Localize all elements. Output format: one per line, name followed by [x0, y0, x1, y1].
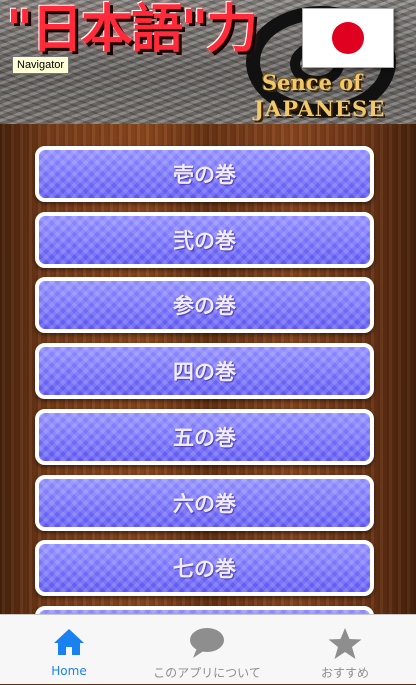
tab-home-label: Home	[51, 664, 87, 678]
logo-subtitle-line1: Sence of	[262, 70, 363, 95]
header-banner: "日本語"力 Sence of JAPANESE Navigator	[0, 0, 416, 124]
tab-about-app-label: このアプリについて	[153, 666, 261, 680]
japan-flag-icon	[302, 8, 394, 68]
chapter-list[interactable]: 壱の巻 弐の巻 参の巻 四の巻 五の巻 六の巻 七の巻	[0, 124, 416, 614]
tab-home[interactable]: Home	[0, 615, 138, 685]
chapter-button-8[interactable]	[35, 606, 374, 614]
logo-subtitle-line2: JAPANESE	[254, 96, 386, 121]
speech-bubble-icon	[188, 627, 226, 663]
home-icon	[52, 627, 86, 661]
tab-recommended[interactable]: おすすめ	[276, 615, 414, 685]
navigator-tooltip: Navigator	[12, 56, 70, 74]
chapter-button-5[interactable]: 五の巻	[35, 409, 374, 465]
flag-red-disc	[332, 22, 364, 54]
tab-about-app[interactable]: このアプリについて	[138, 615, 276, 685]
chapter-button-7[interactable]: 七の巻	[35, 540, 374, 596]
chapter-button-4[interactable]: 四の巻	[35, 343, 374, 399]
chapter-button-3[interactable]: 参の巻	[35, 277, 374, 333]
tab-recommended-label: おすすめ	[320, 666, 369, 680]
bottom-tab-bar: Home このアプリについて おすすめ	[0, 614, 416, 684]
chapter-button-1[interactable]: 壱の巻	[35, 146, 374, 202]
chapter-button-2[interactable]: 弐の巻	[35, 212, 374, 268]
chapter-button-6[interactable]: 六の巻	[35, 475, 374, 531]
app-logo-title: "日本語"力	[6, 0, 258, 60]
star-icon	[327, 627, 363, 665]
